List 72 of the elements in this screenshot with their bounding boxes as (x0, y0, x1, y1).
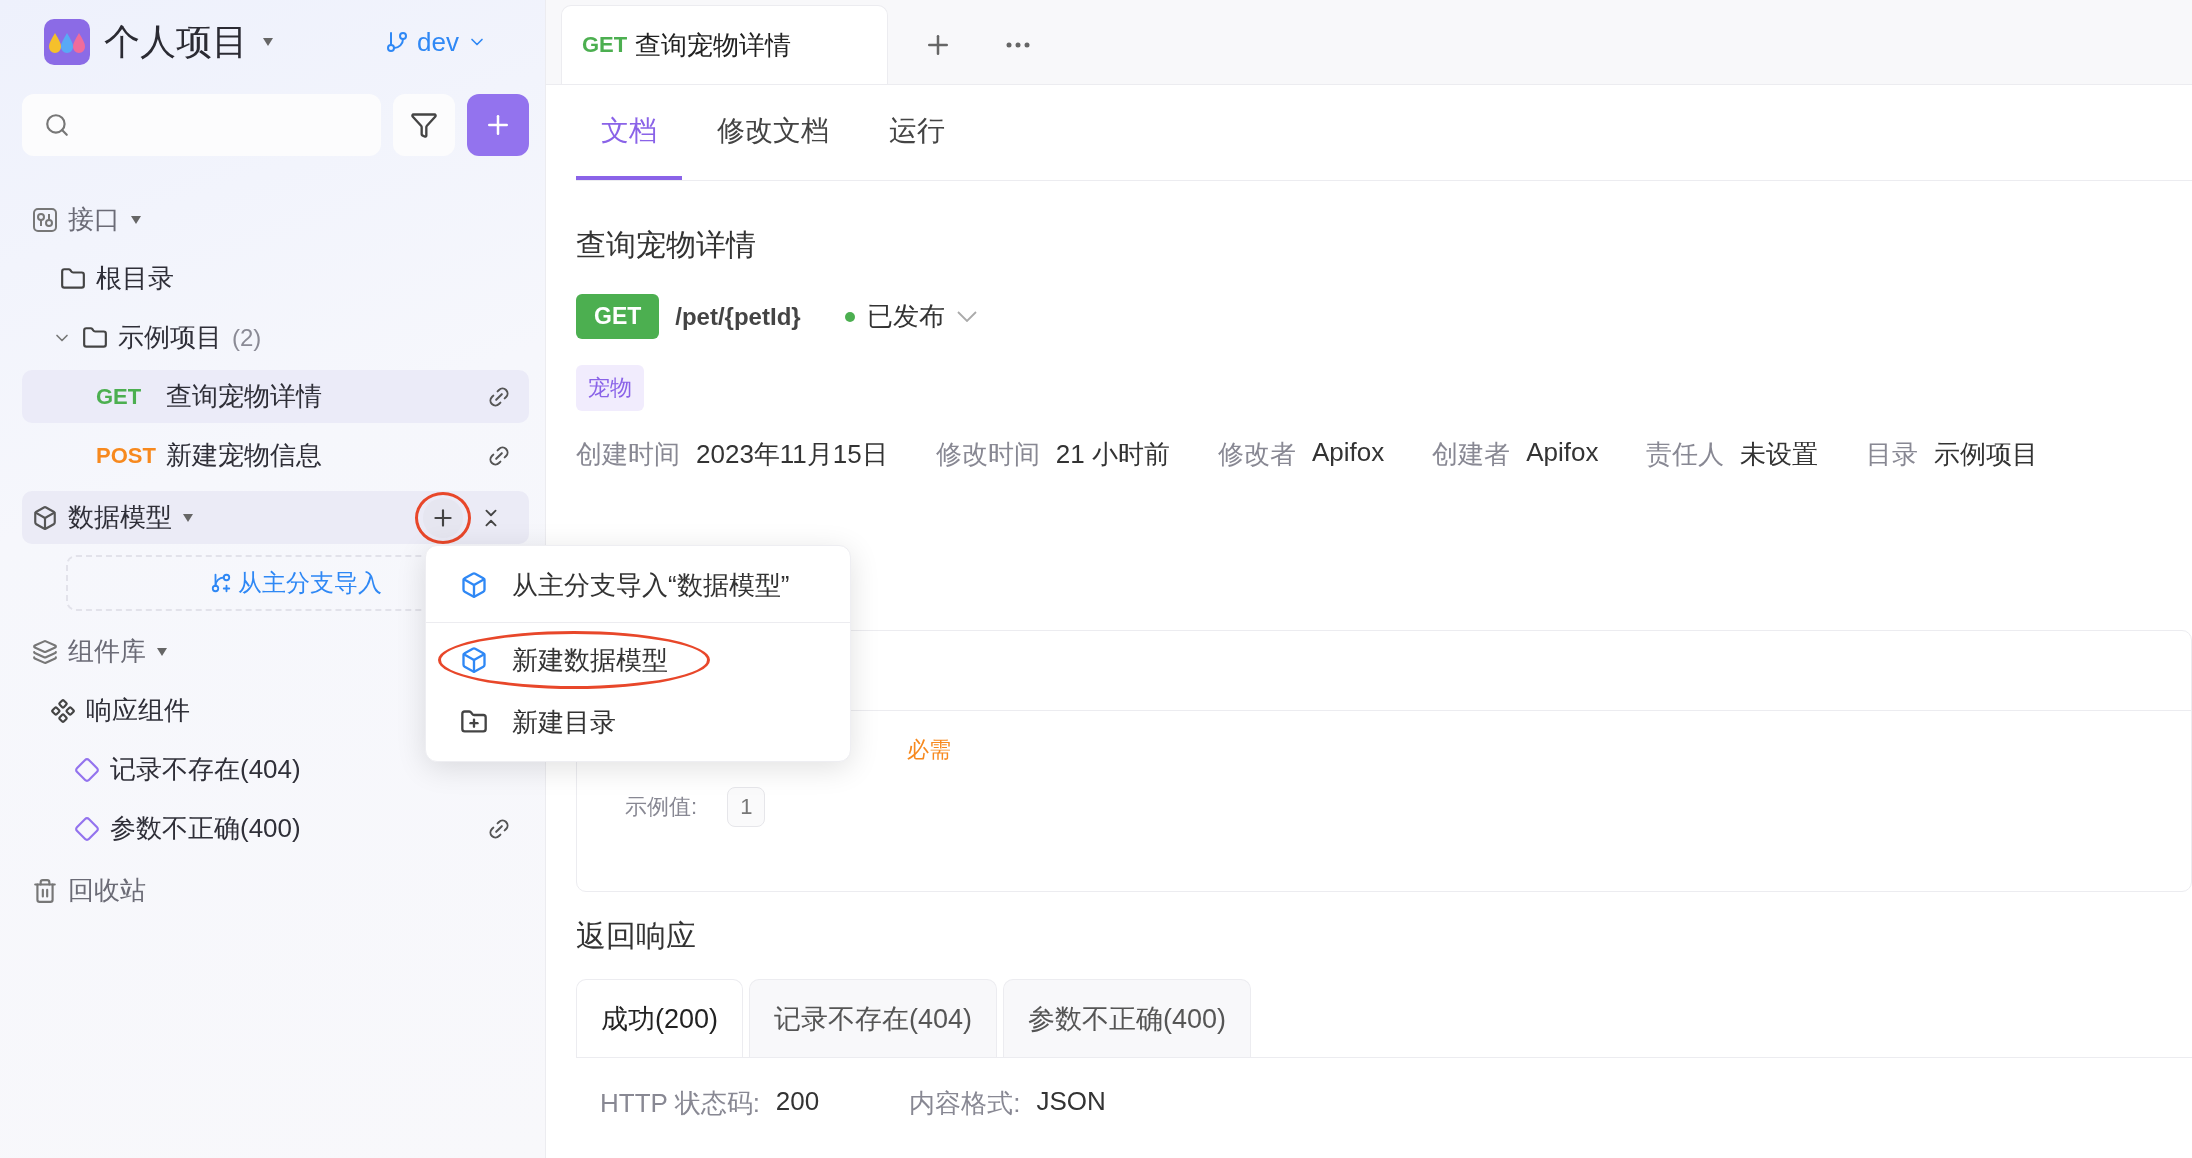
diamond-icon (74, 815, 100, 842)
search-icon (44, 112, 70, 138)
filter-button[interactable] (393, 94, 455, 156)
info-value: 200 (775, 1086, 820, 1118)
tree-item[interactable]: 根目录 (22, 252, 529, 305)
add-button[interactable] (423, 497, 463, 538)
tag: 宠物 (576, 365, 644, 411)
meta-value: Apifox (1311, 437, 1385, 469)
menu-item[interactable]: 新建数据模型 (426, 629, 850, 691)
example-label: 示例值: (625, 793, 698, 821)
response-tab[interactable]: 记录不存在(404) (749, 979, 998, 1057)
meta-value: 未设置 (1740, 438, 1819, 471)
meta-label: 修改时间 (935, 438, 1040, 471)
api-icon (32, 206, 58, 233)
meta-label: 目录 (1866, 438, 1919, 471)
meta-label: 创建者 (1432, 438, 1511, 471)
meta-label: 责任人 (1646, 438, 1725, 471)
status-selector[interactable]: 已发布 (838, 298, 983, 335)
endpoint-path: /pet/{petId} (675, 302, 801, 331)
required-label: 必需 (907, 736, 952, 764)
section-header[interactable]: 回收站 (22, 864, 529, 917)
doc-tab[interactable]: 运行 (864, 85, 970, 180)
caret-icon (262, 37, 274, 47)
endpoint-item[interactable]: GET 查询宠物详情 (22, 370, 529, 423)
branch-icon (385, 30, 410, 54)
section-header[interactable]: 数据模型 (22, 491, 529, 544)
info-value: JSON (1036, 1086, 1106, 1118)
folder-icon (82, 324, 108, 351)
endpoint-item[interactable]: POST 新建宠物信息 (22, 429, 529, 482)
meta-value: 2023年11月15日 (696, 438, 888, 471)
caret-icon (130, 214, 142, 225)
meta-value: 示例项目 (1934, 438, 2039, 471)
info-label: HTTP 状态码: (600, 1087, 760, 1120)
caret-icon (182, 512, 194, 523)
tree-item[interactable]: 示例项目 (2) (22, 311, 529, 364)
method-badge: GET (576, 294, 660, 339)
search-field[interactable] (22, 94, 381, 156)
meta-label: 修改者 (1217, 438, 1296, 471)
tree-item[interactable]: 参数不正确(400) (22, 802, 529, 855)
cube-icon (32, 504, 58, 531)
meta-value: Apifox (1526, 437, 1599, 469)
info-label: 内容格式: (909, 1087, 1021, 1120)
tab-title: 查询宠物详情 (635, 28, 792, 62)
meta-value: 21 小时前 (1055, 438, 1170, 471)
chevron-icon (956, 311, 977, 322)
folder-plus-icon (460, 708, 488, 736)
cube-icon (460, 571, 488, 599)
doc-tab[interactable]: 修改文档 (692, 85, 854, 180)
request-tab[interactable]: GET 查询宠物详情 (561, 5, 888, 84)
layers-icon (32, 638, 58, 665)
status-dot (844, 311, 855, 322)
example-value: 1 (727, 787, 766, 827)
filter-icon (410, 111, 438, 139)
project-title[interactable]: 个人项目 (104, 17, 248, 67)
response-tab[interactable]: 成功(200) (576, 979, 744, 1057)
branch-icon (210, 572, 232, 594)
response-tab[interactable]: 参数不正确(400) (1003, 979, 1252, 1057)
component-icon (50, 697, 76, 724)
more-icon (1006, 41, 1030, 48)
item-count: (2) (232, 323, 262, 352)
trash-icon (32, 877, 58, 904)
doc-tab[interactable]: 文档 (576, 85, 682, 180)
caret-icon (156, 646, 168, 657)
section-title: 返回响应 (576, 918, 697, 954)
diamond-icon (74, 756, 100, 783)
section-header[interactable]: 接口 (22, 193, 529, 246)
method-label: GET (582, 32, 628, 58)
page-title: 查询宠物详情 (576, 227, 757, 263)
logo-icon (44, 19, 90, 65)
meta-label: 创建时间 (576, 438, 680, 471)
cube-icon (460, 646, 488, 674)
folder-icon (60, 265, 86, 292)
